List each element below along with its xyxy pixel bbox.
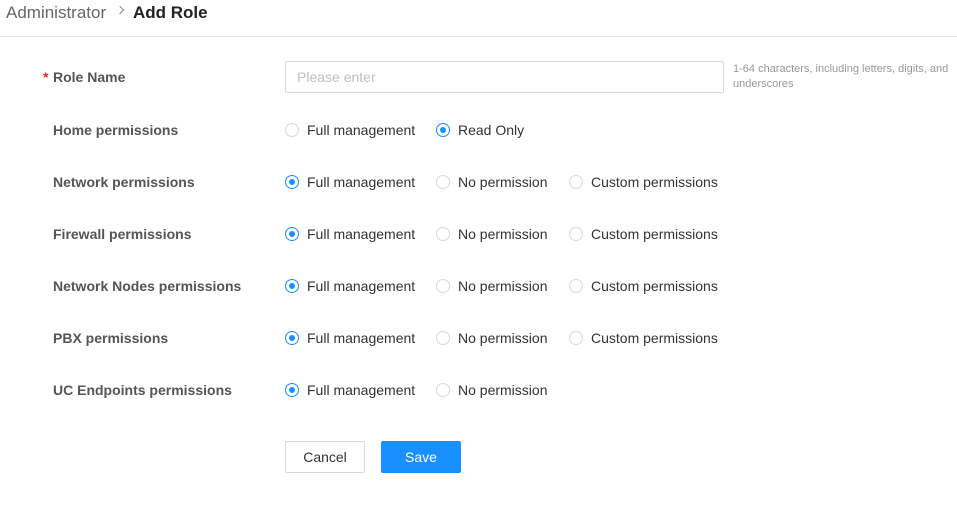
- radio-icon: [569, 175, 583, 189]
- network-permissions-label: Network permissions: [53, 174, 195, 190]
- radio-label: Custom permissions: [591, 226, 718, 242]
- role-name-input[interactable]: [285, 61, 724, 93]
- radio-icon: [285, 227, 299, 241]
- radio-icon: [285, 175, 299, 189]
- radio-label: Full management: [307, 174, 416, 190]
- network-permissions-row: Network permissions Full management No p…: [0, 167, 957, 197]
- page-header: Administrator Add Role: [0, 0, 957, 37]
- network-full-management-radio[interactable]: Full management: [285, 167, 415, 197]
- uc-endpoints-no-permission-radio[interactable]: No permission: [436, 375, 547, 405]
- network-custom-permissions-radio[interactable]: Custom permissions: [569, 167, 718, 197]
- firewall-custom-permissions-radio[interactable]: Custom permissions: [569, 219, 718, 249]
- cancel-button[interactable]: Cancel: [285, 441, 365, 473]
- radio-label: Full management: [307, 122, 416, 138]
- radio-label: No permission: [458, 382, 548, 398]
- firewall-permissions-label: Firewall permissions: [53, 226, 192, 242]
- radio-label: No permission: [458, 226, 548, 242]
- radio-label: Custom permissions: [591, 278, 718, 294]
- home-full-management-radio[interactable]: Full management: [285, 115, 415, 145]
- home-permissions-row: Home permissions Full management Read On…: [0, 115, 957, 145]
- radio-label: Custom permissions: [591, 174, 718, 190]
- page-title: Add Role: [133, 3, 208, 22]
- chevron-right-icon: [115, 5, 125, 15]
- radio-icon: [285, 279, 299, 293]
- pbx-permissions-label: PBX permissions: [53, 330, 169, 346]
- radio-icon: [285, 123, 299, 137]
- network-nodes-permissions-row: Network Nodes permissions Full managemen…: [0, 271, 957, 301]
- firewall-permissions-row: Firewall permissions Full management No …: [0, 219, 957, 249]
- radio-icon: [569, 227, 583, 241]
- pbx-permissions-row: PBX permissions Full management No permi…: [0, 323, 957, 353]
- pbx-full-management-radio[interactable]: Full management: [285, 323, 415, 353]
- home-read-only-radio[interactable]: Read Only: [436, 115, 524, 145]
- breadcrumb-administrator[interactable]: Administrator: [6, 3, 106, 23]
- radio-label: No permission: [458, 330, 548, 346]
- save-button[interactable]: Save: [381, 441, 461, 473]
- home-permissions-label: Home permissions: [53, 122, 179, 138]
- radio-label: Full management: [307, 278, 416, 294]
- radio-label: No permission: [458, 278, 548, 294]
- radio-label: Custom permissions: [591, 330, 718, 346]
- radio-label: Read Only: [458, 122, 525, 138]
- radio-icon: [436, 227, 450, 241]
- network-nodes-custom-permissions-radio[interactable]: Custom permissions: [569, 271, 718, 301]
- role-name-hint: 1-64 characters, including letters, digi…: [733, 63, 949, 90]
- role-name-label: Role Name: [53, 69, 126, 85]
- uc-endpoints-permissions-row: UC Endpoints permissions Full management…: [0, 375, 957, 405]
- radio-icon: [285, 331, 299, 345]
- radio-icon: [436, 383, 450, 397]
- radio-icon: [569, 279, 583, 293]
- uc-endpoints-full-management-radio[interactable]: Full management: [285, 375, 415, 405]
- radio-icon: [285, 383, 299, 397]
- network-nodes-full-management-radio[interactable]: Full management: [285, 271, 415, 301]
- radio-icon: [569, 331, 583, 345]
- firewall-full-management-radio[interactable]: Full management: [285, 219, 415, 249]
- radio-icon: [436, 123, 450, 137]
- radio-icon: [436, 279, 450, 293]
- uc-endpoints-permissions-label: UC Endpoints permissions: [53, 382, 232, 398]
- radio-icon: [436, 331, 450, 345]
- network-nodes-no-permission-radio[interactable]: No permission: [436, 271, 547, 301]
- radio-label: Full management: [307, 330, 416, 346]
- radio-icon: [436, 175, 450, 189]
- radio-label: Full management: [307, 226, 416, 242]
- network-nodes-permissions-label: Network Nodes permissions: [53, 278, 242, 294]
- radio-label: Full management: [307, 382, 416, 398]
- pbx-no-permission-radio[interactable]: No permission: [436, 323, 547, 353]
- radio-label: No permission: [458, 174, 548, 190]
- pbx-custom-permissions-radio[interactable]: Custom permissions: [569, 323, 718, 353]
- network-no-permission-radio[interactable]: No permission: [436, 167, 547, 197]
- firewall-no-permission-radio[interactable]: No permission: [436, 219, 547, 249]
- required-asterisk: *: [43, 69, 49, 85]
